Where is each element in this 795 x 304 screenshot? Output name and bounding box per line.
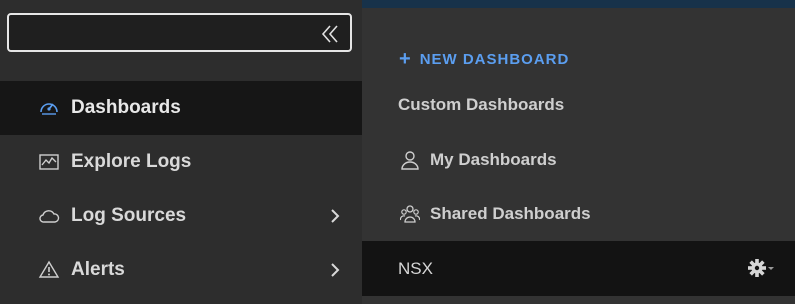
chevron-right-icon <box>328 209 342 223</box>
my-dashboards-item[interactable]: My Dashboards <box>362 133 795 187</box>
dashboards-flyout: + NEW DASHBOARD Custom Dashboards My Das… <box>362 8 795 304</box>
shared-dashboards-item[interactable]: Shared Dashboards <box>362 187 795 241</box>
sidebar-item-label: Explore Logs <box>71 151 192 172</box>
sidebar-header <box>0 0 362 62</box>
dashboard-item-nsx[interactable]: NSX <box>362 241 795 296</box>
custom-dashboards-heading: Custom Dashboards <box>398 95 565 114</box>
dashboard-item-label: NSX <box>398 258 433 278</box>
sidebar-item-dashboards[interactable]: Dashboards <box>0 81 362 135</box>
plus-icon: + <box>399 48 412 70</box>
sidebar-item-label: Dashboards <box>71 97 181 118</box>
collapse-sidebar-icon[interactable] <box>320 23 342 45</box>
shared-dashboards-label: Shared Dashboards <box>430 204 591 223</box>
my-dashboards-label: My Dashboards <box>430 150 557 169</box>
users-icon <box>400 204 420 224</box>
chart-line-icon <box>38 151 60 173</box>
warning-icon <box>38 259 60 281</box>
new-dashboard-label: NEW DASHBOARD <box>419 51 570 68</box>
sidebar-item-alerts[interactable]: Alerts <box>0 243 362 297</box>
sidebar-item-log-sources[interactable]: Log Sources <box>0 189 362 243</box>
search-input[interactable] <box>7 13 352 52</box>
app-window: Dashboards Explore Logs Log Sources Aler… <box>0 0 795 304</box>
sidebar: Dashboards Explore Logs Log Sources Aler… <box>0 0 362 304</box>
sidebar-item-label: Log Sources <box>71 205 187 226</box>
speedometer-icon <box>38 97 60 119</box>
gear-icon[interactable] <box>747 257 777 279</box>
new-dashboard-button[interactable]: + NEW DASHBOARD <box>399 48 570 70</box>
sidebar-item-explore-logs[interactable]: Explore Logs <box>0 135 362 189</box>
chevron-right-icon <box>328 263 342 277</box>
sidebar-item-label: Alerts <box>71 259 125 280</box>
user-icon <box>400 150 420 170</box>
cloud-icon <box>38 205 60 227</box>
top-bar <box>362 0 795 8</box>
